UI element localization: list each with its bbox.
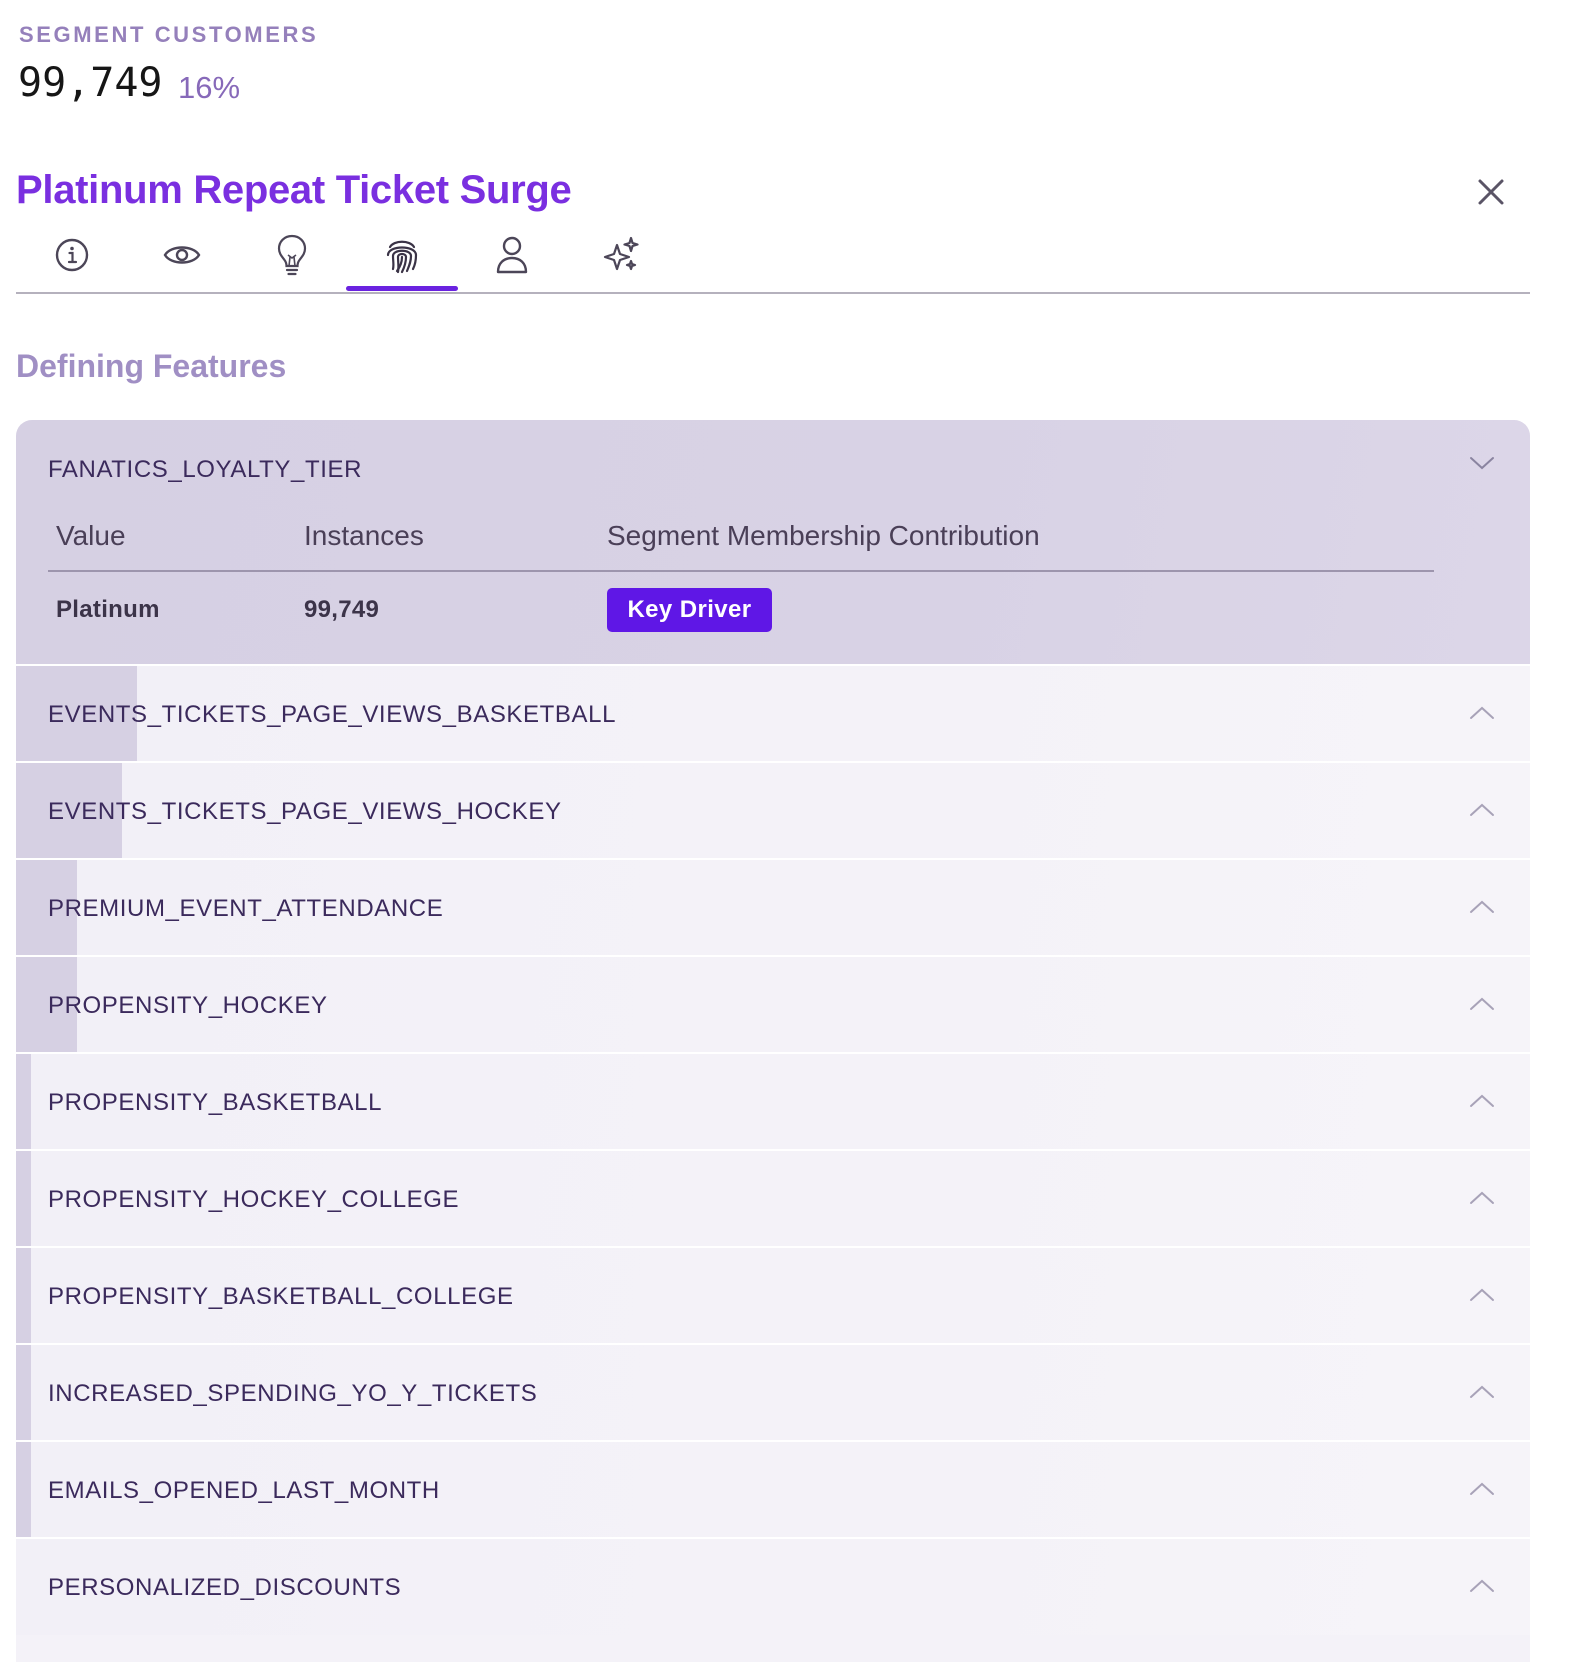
info-icon: [55, 238, 89, 272]
column-header-value: Value: [56, 520, 126, 551]
features-list: FANATICS_LOYALTY_TIER Value Instances Se…: [16, 420, 1530, 1662]
feature-row[interactable]: PROPENSITY_HOCKEY: [16, 957, 1530, 1053]
fingerprint-icon: [386, 240, 418, 274]
cell-value: Platinum: [56, 596, 160, 623]
feature-name: EVENTS_TICKETS_PAGE_VIEWS_BASKETBALL: [48, 701, 617, 728]
column-header-contribution: Segment Membership Contribution: [607, 520, 1040, 551]
segment-customers-percent: 16%: [178, 70, 241, 105]
chevron-up-icon[interactable]: [1468, 1577, 1496, 1595]
feature-expanded: FANATICS_LOYALTY_TIER Value Instances Se…: [16, 420, 1530, 664]
cell-instances: 99,749: [304, 596, 380, 623]
chevron-up-icon[interactable]: [1468, 995, 1496, 1013]
chevron-down-icon[interactable]: [1468, 454, 1496, 472]
tab-info[interactable]: [16, 222, 128, 288]
tab-customers[interactable]: [456, 222, 568, 288]
feature-name: PROPENSITY_BASKETBALL_COLLEGE: [48, 1283, 514, 1310]
chevron-up-icon[interactable]: [1468, 1383, 1496, 1401]
feature-row[interactable]: EMAILS_OPENED_LAST_MONTH: [16, 1442, 1530, 1538]
chevron-up-icon[interactable]: [1468, 1189, 1496, 1207]
feature-name: PROPENSITY_HOCKEY_COLLEGE: [48, 1186, 460, 1213]
feature-row[interactable]: EVENTS_TICKETS_PAGE_VIEWS_HOCKEY: [16, 763, 1530, 859]
feature-weight-bar: [16, 1345, 31, 1441]
feature-name: EMAILS_OPENED_LAST_MONTH: [48, 1477, 440, 1504]
feature-name[interactable]: FANATICS_LOYALTY_TIER: [48, 456, 362, 484]
person-icon: [496, 236, 528, 274]
feature-weight-bar: [16, 1151, 31, 1247]
feature-name: PREMIUM_EVENT_ATTENDANCE: [48, 895, 444, 922]
feature-name: INCREASED_SPENDING_YO_Y_TICKETS: [48, 1380, 538, 1407]
row-divider: [16, 664, 1530, 666]
row-divider: [16, 1246, 1530, 1248]
eye-icon: [163, 246, 201, 264]
feature-name: PROPENSITY_HOCKEY: [48, 992, 328, 1019]
close-button[interactable]: [1474, 175, 1508, 209]
feature-row[interactable]: PROPENSITY_BASKETBALL_COLLEGE: [16, 1248, 1530, 1344]
tab-overview[interactable]: [126, 222, 238, 288]
feature-name: EVENTS_TICKETS_PAGE_VIEWS_HOCKEY: [48, 798, 562, 825]
segment-title: Platinum Repeat Ticket Surge: [16, 168, 572, 212]
segment-customers-count: 99,749: [18, 60, 163, 106]
tab-defining-features[interactable]: [346, 222, 458, 291]
close-icon: [1478, 179, 1504, 205]
section-title: Defining Features: [16, 348, 287, 384]
chevron-up-icon[interactable]: [1468, 704, 1496, 722]
chevron-up-icon[interactable]: [1468, 1286, 1496, 1304]
row-divider: [16, 858, 1530, 860]
feature-row[interactable]: PERSONALIZED_DISCOUNTS: [16, 1539, 1530, 1635]
row-divider: [16, 955, 1530, 957]
key-driver-badge[interactable]: Key Driver: [607, 588, 772, 632]
lightbulb-icon: [277, 234, 307, 276]
row-divider: [16, 1343, 1530, 1345]
chevron-up-icon[interactable]: [1468, 1092, 1496, 1110]
feature-weight-bar: [16, 1442, 31, 1538]
feature-name: PROPENSITY_BASKETBALL: [48, 1089, 383, 1116]
sparkles-icon: [603, 236, 639, 271]
feature-row[interactable]: PROPENSITY_BASKETBALL: [16, 1054, 1530, 1150]
segment-customers-label: SEGMENT CUSTOMERS: [19, 22, 319, 47]
feature-row[interactable]: PREMIUM_EVENT_ATTENDANCE: [16, 860, 1530, 956]
chevron-up-icon[interactable]: [1468, 898, 1496, 916]
feature-weight-bar: [16, 1248, 31, 1344]
tab-ai-suggestions[interactable]: [566, 222, 678, 288]
row-divider: [16, 1440, 1530, 1442]
feature-row[interactable]: PROPENSITY_HOCKEY_COLLEGE: [16, 1151, 1530, 1247]
feature-name: PERSONALIZED_DISCOUNTS: [48, 1574, 402, 1601]
row-divider: [16, 1149, 1530, 1151]
table-header-divider: [48, 570, 1434, 572]
feature-row[interactable]: EVENTS_TICKETS_PAGE_VIEWS_BASKETBALL: [16, 666, 1530, 762]
tab-bar: [16, 222, 1530, 294]
row-divider: [16, 1052, 1530, 1054]
column-header-instances: Instances: [304, 520, 424, 551]
segment-detail-panel: SEGMENT CUSTOMERS 99,749 16% Platinum Re…: [0, 0, 1574, 1662]
feature-row[interactable]: INCREASED_SPENDING_YO_Y_TICKETS: [16, 1345, 1530, 1441]
tab-insights[interactable]: [236, 222, 348, 288]
row-divider: [16, 761, 1530, 763]
chevron-up-icon[interactable]: [1468, 801, 1496, 819]
feature-weight-bar: [16, 1054, 31, 1150]
chevron-up-icon[interactable]: [1468, 1480, 1496, 1498]
row-divider: [16, 1537, 1530, 1539]
